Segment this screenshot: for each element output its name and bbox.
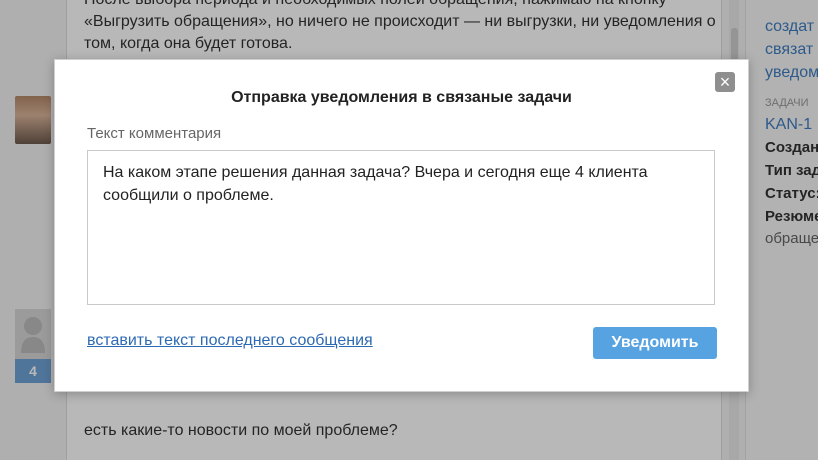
comment-textarea[interactable]: На каком этапе решения данная задача? Вч… xyxy=(87,150,715,305)
notify-linked-tasks-dialog: × Отправка уведомления в связаные задачи… xyxy=(54,59,749,392)
dialog-title: Отправка уведомления в связаные задачи xyxy=(231,89,572,106)
comment-label: Текст комментария xyxy=(87,125,222,142)
notify-button[interactable]: Уведомить xyxy=(593,327,717,359)
insert-last-message-link[interactable]: вставить текст последнего сообщения xyxy=(87,332,373,350)
